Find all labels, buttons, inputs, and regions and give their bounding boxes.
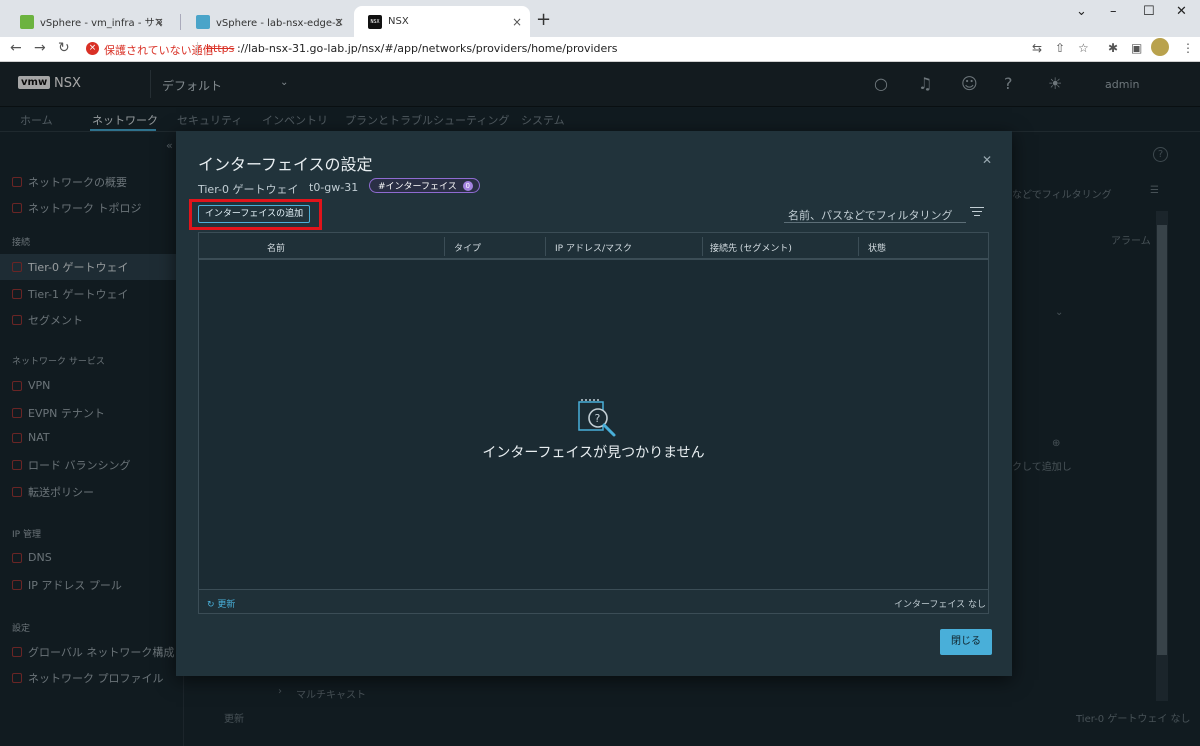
window-close-icon[interactable]: ✕: [1176, 4, 1187, 19]
gateway-type: Tier-0 ゲートウェイ: [198, 183, 299, 196]
svg-text:?: ?: [595, 412, 601, 425]
url-divider: [197, 42, 198, 56]
warning-icon: ×: [86, 42, 99, 55]
grid-footer: ↻ 更新 インターフェイス なし: [199, 589, 988, 613]
empty-state-message: インターフェイスが見つかりません: [482, 445, 705, 461]
refresh-label: 更新: [217, 600, 236, 610]
browser-tab[interactable]: vSphere - lab-nsx-edge-31 - サマ ×: [182, 6, 352, 37]
tab-title: NSX: [388, 16, 409, 27]
filter-underline: [784, 222, 966, 223]
footer-count: インターフェイス なし: [893, 600, 986, 610]
back-icon[interactable]: ←: [10, 40, 22, 56]
tab-divider: [180, 14, 181, 30]
maximize-icon[interactable]: ☐: [1143, 4, 1155, 19]
close-icon[interactable]: ×: [154, 15, 164, 29]
reload-icon[interactable]: ↻: [58, 40, 70, 56]
forward-icon[interactable]: →: [34, 40, 46, 56]
badge-label: #インターフェイス: [378, 182, 457, 192]
close-icon[interactable]: ✕: [982, 153, 992, 167]
empty-search-icon: ?: [578, 399, 616, 437]
translate-icon[interactable]: ⇆: [1032, 41, 1042, 55]
interfaces-grid: 名前 タイプ IP アドレス/マスク 接続先 (セグメント) 状態 ? インター…: [198, 232, 989, 614]
column-divider: [702, 237, 703, 256]
address-bar: ← → ↻ × 保護されていない通信 https ://lab-nsx-31.g…: [0, 37, 1200, 62]
tab-search-icon[interactable]: ⌄: [1076, 4, 1087, 19]
filter-icon[interactable]: [970, 207, 984, 217]
column-ip-mask[interactable]: IP アドレス/マスク: [555, 241, 632, 254]
gateway-name: t0-gw-31: [309, 181, 359, 194]
browser-tab-active[interactable]: NSX NSX ×: [354, 6, 530, 37]
close-icon[interactable]: ×: [512, 15, 522, 29]
browser-tab-bar: vSphere - vm_infra - サマリ × vSphere - lab…: [0, 0, 1200, 37]
column-type[interactable]: タイプ: [454, 241, 481, 254]
column-connected-to[interactable]: 接続先 (セグメント): [710, 241, 792, 254]
new-tab-icon[interactable]: +: [536, 9, 551, 30]
interface-settings-modal: インターフェイスの設定 ✕ Tier-0 ゲートウェイ t0-gw-31 #イン…: [176, 131, 1012, 676]
minimize-icon[interactable]: –: [1110, 4, 1117, 19]
badge-count: 0: [462, 180, 473, 191]
browser-tab[interactable]: vSphere - vm_infra - サマリ ×: [6, 6, 172, 37]
url-text[interactable]: ://lab-nsx-31.go-lab.jp/nsx/#/app/networ…: [237, 42, 618, 55]
menu-icon[interactable]: ⋮: [1182, 41, 1194, 55]
close-button[interactable]: 閉じる: [940, 629, 992, 655]
grid-header: 名前 タイプ IP アドレス/マスク 接続先 (セグメント) 状態: [199, 233, 988, 260]
profile-avatar[interactable]: [1151, 38, 1169, 56]
column-divider: [545, 237, 546, 256]
column-name[interactable]: 名前: [267, 241, 285, 254]
interface-count-badge: #インターフェイス 0: [369, 178, 480, 193]
refresh-button[interactable]: ↻ 更新: [207, 597, 235, 610]
extensions-icon[interactable]: ✱: [1108, 41, 1118, 55]
tab-title: vSphere - vm_infra - サマリ: [40, 18, 162, 29]
filter-input[interactable]: 名前、パスなどでフィルタリング: [788, 207, 953, 223]
add-interface-button[interactable]: インターフェイスの追加: [198, 205, 310, 223]
column-status[interactable]: 状態: [868, 241, 886, 254]
url-scheme[interactable]: https: [206, 42, 234, 55]
sidepanel-icon[interactable]: ▣: [1131, 41, 1142, 55]
refresh-icon: ↻: [207, 600, 215, 610]
column-divider: [858, 237, 859, 256]
vsphere-favicon-icon: [196, 14, 210, 29]
close-icon[interactable]: ×: [334, 15, 344, 29]
nsx-favicon-icon: NSX: [368, 14, 382, 29]
tab-title: vSphere - lab-nsx-edge-31 - サマ: [216, 18, 342, 29]
share-icon[interactable]: ⇧: [1055, 41, 1065, 55]
column-divider: [444, 237, 445, 256]
vsphere-favicon-icon: [20, 14, 34, 29]
modal-title: インターフェイスの設定: [198, 155, 373, 174]
bookmark-star-icon[interactable]: ☆: [1078, 41, 1089, 55]
